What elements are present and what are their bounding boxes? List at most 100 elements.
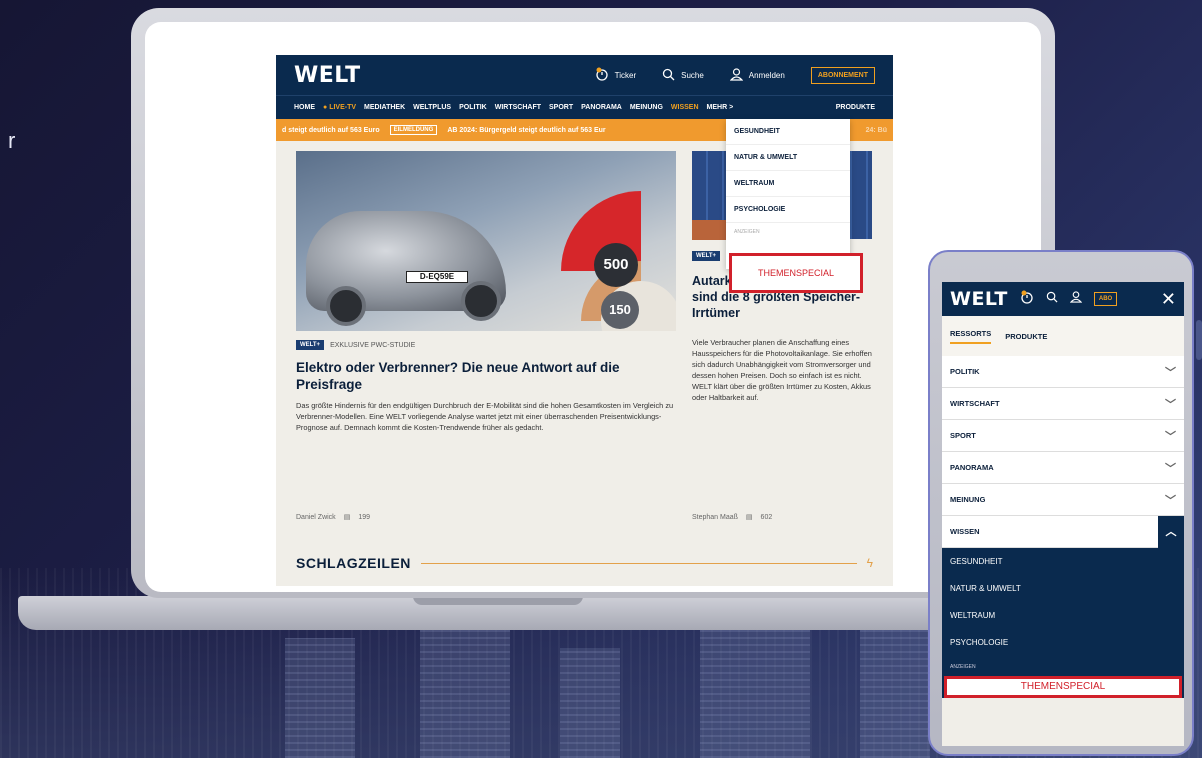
dropdown-ads-label: ANZEIGEN (734, 229, 760, 235)
ticker-icon (595, 67, 609, 83)
laptop-screen: WELT Ticker Suche Anmelden ABONNEMENT HO… (145, 22, 1041, 592)
phone-screen: WELT ABO ✕ RESSORTS PRODUKTE POLITIK ﹀ WI… (942, 282, 1184, 746)
hero-kicker: WELT+ EXKLUSIVE PWC-STUDIE (296, 340, 415, 350)
search-icon (662, 68, 675, 83)
car-wheel (461, 281, 501, 321)
nav-live-tv-label: LIVE-TV (329, 104, 357, 111)
submenu-gesundheit[interactable]: GESUNDHEIT (942, 548, 1184, 575)
menu-row-label: MEINUNG (950, 495, 986, 504)
side-kicker: WELT+ (692, 251, 721, 261)
welt-website: WELT Ticker Suche Anmelden ABONNEMENT HO… (276, 55, 893, 586)
login-link[interactable]: Anmelden (729, 67, 785, 83)
login-label: Anmelden (748, 70, 785, 80)
header-actions: Ticker Suche Anmelden ABONNEMENT (595, 66, 875, 84)
nav-sport[interactable]: SPORT (549, 104, 573, 111)
comments-icon: ▤ (745, 514, 753, 521)
search-label: Suche (681, 70, 704, 80)
chevron-down-icon: ﹀ (1165, 398, 1176, 411)
license-plate: D-EQ59E (406, 271, 468, 283)
ticker-icon[interactable] (1020, 290, 1034, 309)
user-icon[interactable] (1069, 290, 1083, 308)
side-byline: Stephan Maaß ▤ 602 (692, 513, 773, 522)
nav-produkte[interactable]: PRODUKTE (836, 104, 875, 111)
hero-byline: Daniel Zwick ▤ 199 (296, 513, 370, 522)
subscribe-button[interactable]: ABONNEMENT (810, 66, 875, 84)
schlagzeilen-section: SCHLAGZEILEN ϟ (296, 555, 873, 571)
nav-panorama[interactable]: PANORAMA (581, 104, 622, 111)
chevron-down-icon: ﹀ (1165, 462, 1176, 475)
dropdown-weltraum[interactable]: WELTRAUM (726, 171, 850, 197)
phone-tabs: RESSORTS PRODUKTE (942, 316, 1184, 356)
hero-kicker-text: EXKLUSIVE PWC-STUDIE (330, 341, 416, 349)
search-link[interactable]: Suche (662, 68, 704, 83)
welt-plus-badge: WELT+ (692, 251, 721, 261)
search-icon[interactable] (1046, 290, 1058, 308)
phone-header: WELT ABO ✕ (942, 282, 1184, 316)
welt-logo[interactable]: WELT (950, 288, 1008, 310)
submenu-psychologie[interactable]: PSYCHOLOGIE (942, 629, 1184, 656)
nav-mediathek[interactable]: MEDIATHEK (364, 104, 405, 111)
main-nav: HOME ● LIVE-TV MEDIATHEK WELTPLUS POLITI… (276, 95, 893, 119)
lightning-icon: ϟ (866, 556, 873, 570)
nav-home[interactable]: HOME (294, 104, 315, 111)
menu-row-label: WISSEN (950, 527, 980, 536)
laptop-base (18, 596, 1018, 630)
submenu-ads-label: ANZEIGEN (950, 664, 976, 670)
menu-row-wissen[interactable]: WISSEN ︿ (942, 515, 1184, 548)
tab-produkte[interactable]: PRODUKTE (1005, 332, 1047, 341)
menu-row-politik[interactable]: POLITIK ﹀ (942, 356, 1184, 388)
nav-politik[interactable]: POLITIK (459, 104, 487, 111)
menu-row-label: SPORT (950, 431, 976, 440)
nav-weltplus[interactable]: WELTPLUS (413, 104, 451, 111)
menu-row-wirtschaft[interactable]: WIRTSCHAFT ﹀ (942, 388, 1184, 420)
submenu-weltraum[interactable]: WELTRAUM (942, 602, 1184, 629)
car-wheel (326, 286, 366, 326)
menu-row-sport[interactable]: SPORT ﹀ (942, 420, 1184, 452)
welt-logo[interactable]: WELT (294, 63, 361, 88)
ticker-text: AB 2024: Bürgergeld steigt deutlich auf … (447, 126, 606, 134)
menu-row-meinung[interactable]: MEINUNG ﹀ (942, 484, 1184, 516)
wissen-submenu: GESUNDHEIT NATUR & UMWELT WELTRAUM PSYCH… (942, 548, 1184, 698)
menu-row-panorama[interactable]: PANORAMA ﹀ (942, 452, 1184, 484)
ticker-left-text: d steigt deutlich auf 563 Euro (282, 126, 380, 134)
site-header: WELT Ticker Suche Anmelden ABONNEMENT (276, 55, 893, 95)
tab-ressorts[interactable]: RESSORTS (950, 329, 992, 344)
menu-row-label: POLITIK (950, 367, 980, 376)
hero-image[interactable]: D-EQ59E 500 150 (296, 151, 676, 331)
welt-plus-badge: WELT+ (296, 340, 325, 350)
wissen-dropdown: GESUNDHEIT NATUR & UMWELT WELTRAUM PSYCH… (726, 119, 850, 269)
ticker-label: Ticker (614, 70, 637, 80)
breaking-tag: EILMELDUNG (389, 125, 438, 135)
side-author[interactable]: Stephan Maaß (692, 514, 738, 521)
abo-button[interactable]: ABO (1093, 292, 1118, 306)
user-icon (729, 67, 744, 83)
schlagzeilen-heading: SCHLAGZEILEN (296, 555, 411, 571)
dropdown-natur-umwelt[interactable]: NATUR & UMWELT (726, 145, 850, 171)
themenspecial-highlight[interactable]: THEMENSPECIAL (729, 253, 863, 293)
phone: WELT ABO ✕ RESSORTS PRODUKTE POLITIK ﹀ WI… (928, 250, 1194, 756)
chevron-down-icon: ﹀ (1165, 430, 1176, 443)
hero-comment-count[interactable]: 199 (358, 514, 370, 521)
menu-row-label: PANORAMA (950, 463, 994, 472)
dropdown-psychologie[interactable]: PSYCHOLOGIE (726, 197, 850, 223)
nav-mehr[interactable]: MEHR > (707, 104, 734, 111)
menu-row-label: WIRTSCHAFT (950, 399, 1000, 408)
submenu-natur-umwelt[interactable]: NATUR & UMWELT (942, 575, 1184, 602)
close-icon[interactable]: ✕ (1161, 289, 1176, 310)
nav-wissen[interactable]: WISSEN (671, 104, 699, 111)
section-divider (420, 562, 857, 564)
dropdown-gesundheit[interactable]: GESUNDHEIT (726, 119, 850, 145)
ticker-link[interactable]: Ticker (595, 67, 636, 83)
ticker-right-text: 24: Bü (865, 126, 887, 134)
chevron-down-icon: ﹀ (1165, 494, 1176, 507)
side-comment-count[interactable]: 602 (761, 514, 773, 521)
hero-author[interactable]: Daniel Zwick (296, 514, 336, 521)
nav-wirtschaft[interactable]: WIRTSCHAFT (495, 104, 541, 111)
nav-live-tv[interactable]: ● LIVE-TV (323, 104, 356, 111)
laptop: WELT Ticker Suche Anmelden ABONNEMENT HO… (131, 8, 1055, 598)
edge-decoration (1196, 320, 1202, 360)
themenspecial-highlight[interactable]: THEMENSPECIAL (944, 676, 1182, 698)
nav-meinung[interactable]: MEINUNG (630, 104, 663, 111)
hero-headline[interactable]: Elektro oder Verbrenner? Die neue Antwor… (296, 359, 666, 393)
gauge-500-label: 500 (594, 243, 638, 287)
